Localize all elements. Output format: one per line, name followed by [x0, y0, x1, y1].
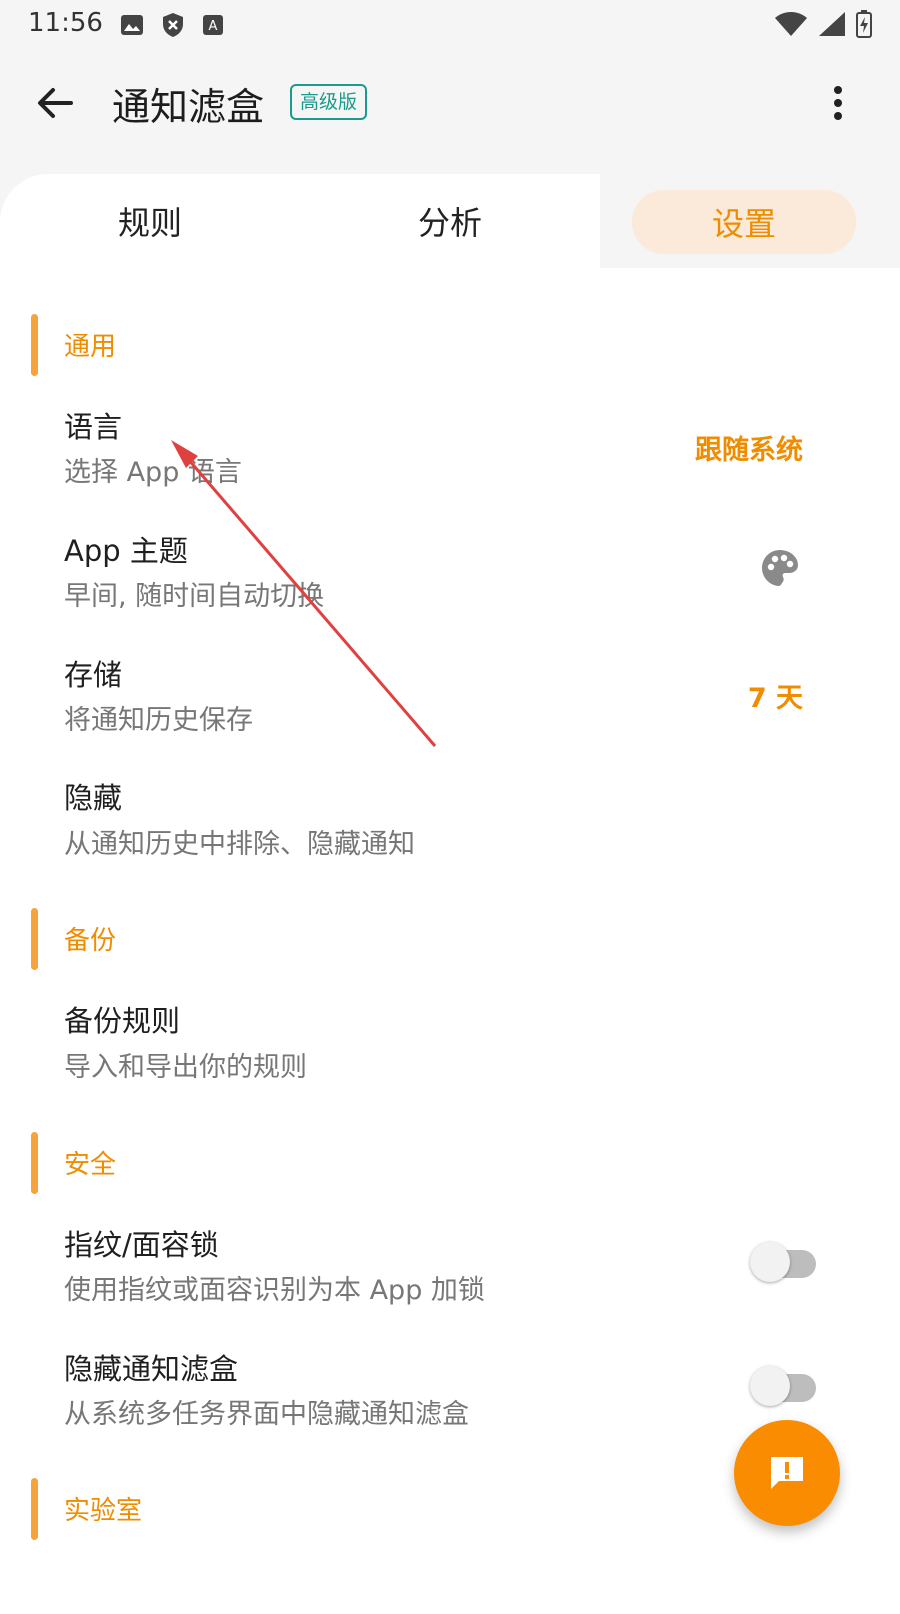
- tab-rules[interactable]: 规则: [0, 174, 300, 268]
- overflow-menu-button[interactable]: [818, 78, 858, 128]
- section-indicator: [31, 314, 38, 376]
- battery-charging-icon: [856, 10, 872, 38]
- pro-badge: 高级版: [290, 84, 368, 120]
- section-indicator: [31, 1478, 38, 1540]
- section-title-security: 安全: [64, 1150, 117, 1180]
- settings-card: 规则 分析 设置 通用 语言 选择 App 语言 跟随系统 App 主题 早间,…: [0, 174, 900, 1614]
- status-icons-left: A: [120, 12, 224, 38]
- setting-title: 存储: [64, 658, 123, 692]
- setting-title: 指纹/面容锁: [64, 1228, 219, 1262]
- setting-title: 备份规则: [64, 1004, 181, 1038]
- status-bar: 11:56 A: [0, 0, 900, 50]
- toggle-thumb: [750, 1242, 790, 1282]
- setting-subtitle: 从通知历史中排除、隐藏通知: [64, 829, 415, 860]
- app-toolbar: 通知滤盒 高级版: [0, 60, 900, 144]
- setting-subtitle: 导入和导出你的规则: [64, 1052, 307, 1083]
- shield-icon: [163, 13, 183, 37]
- biometric-lock-toggle[interactable]: [750, 1242, 816, 1282]
- setting-subtitle: 早间, 随时间自动切换: [64, 581, 325, 612]
- status-time: 11:56: [28, 8, 103, 38]
- text-box-icon: A: [203, 15, 223, 35]
- section-indicator: [31, 1132, 38, 1194]
- setting-subtitle: 将通知历史保存: [64, 705, 253, 736]
- section-title-backup: 备份: [64, 926, 117, 956]
- section-title-general: 通用: [64, 332, 117, 362]
- feedback-fab[interactable]: [734, 1420, 840, 1526]
- status-icons-right: [774, 10, 872, 38]
- svg-text:A: A: [209, 19, 218, 34]
- setting-title: 语言: [64, 410, 123, 444]
- signal-icon: [819, 12, 845, 36]
- page-title: 通知滤盒: [112, 85, 265, 129]
- palette-icon: [762, 550, 798, 586]
- tab-bar: 规则 分析 设置: [0, 174, 900, 268]
- hide-app-toggle[interactable]: [750, 1366, 816, 1406]
- toggle-thumb: [750, 1366, 790, 1406]
- tab-analysis[interactable]: 分析: [300, 174, 600, 268]
- setting-subtitle: 使用指纹或面容识别为本 App 加锁: [64, 1275, 485, 1306]
- arrow-left-icon: [38, 88, 73, 118]
- setting-subtitle: 选择 App 语言: [64, 457, 242, 488]
- setting-value: 7 天: [747, 683, 803, 714]
- section-title-lab: 实验室: [64, 1496, 143, 1526]
- more-vert-icon: [834, 86, 842, 120]
- setting-title: App 主题: [64, 534, 188, 568]
- setting-value: 跟随系统: [695, 435, 803, 466]
- setting-subtitle: 从系统多任务界面中隐藏通知滤盒: [64, 1399, 469, 1430]
- section-indicator: [31, 908, 38, 970]
- feedback-icon: [771, 1457, 803, 1489]
- tab-settings[interactable]: 设置: [632, 190, 856, 254]
- image-icon: [121, 15, 143, 35]
- setting-title: 隐藏通知滤盒: [64, 1352, 239, 1386]
- setting-title: 隐藏: [64, 781, 123, 815]
- back-button[interactable]: [30, 78, 80, 128]
- wifi-icon: [775, 12, 807, 36]
